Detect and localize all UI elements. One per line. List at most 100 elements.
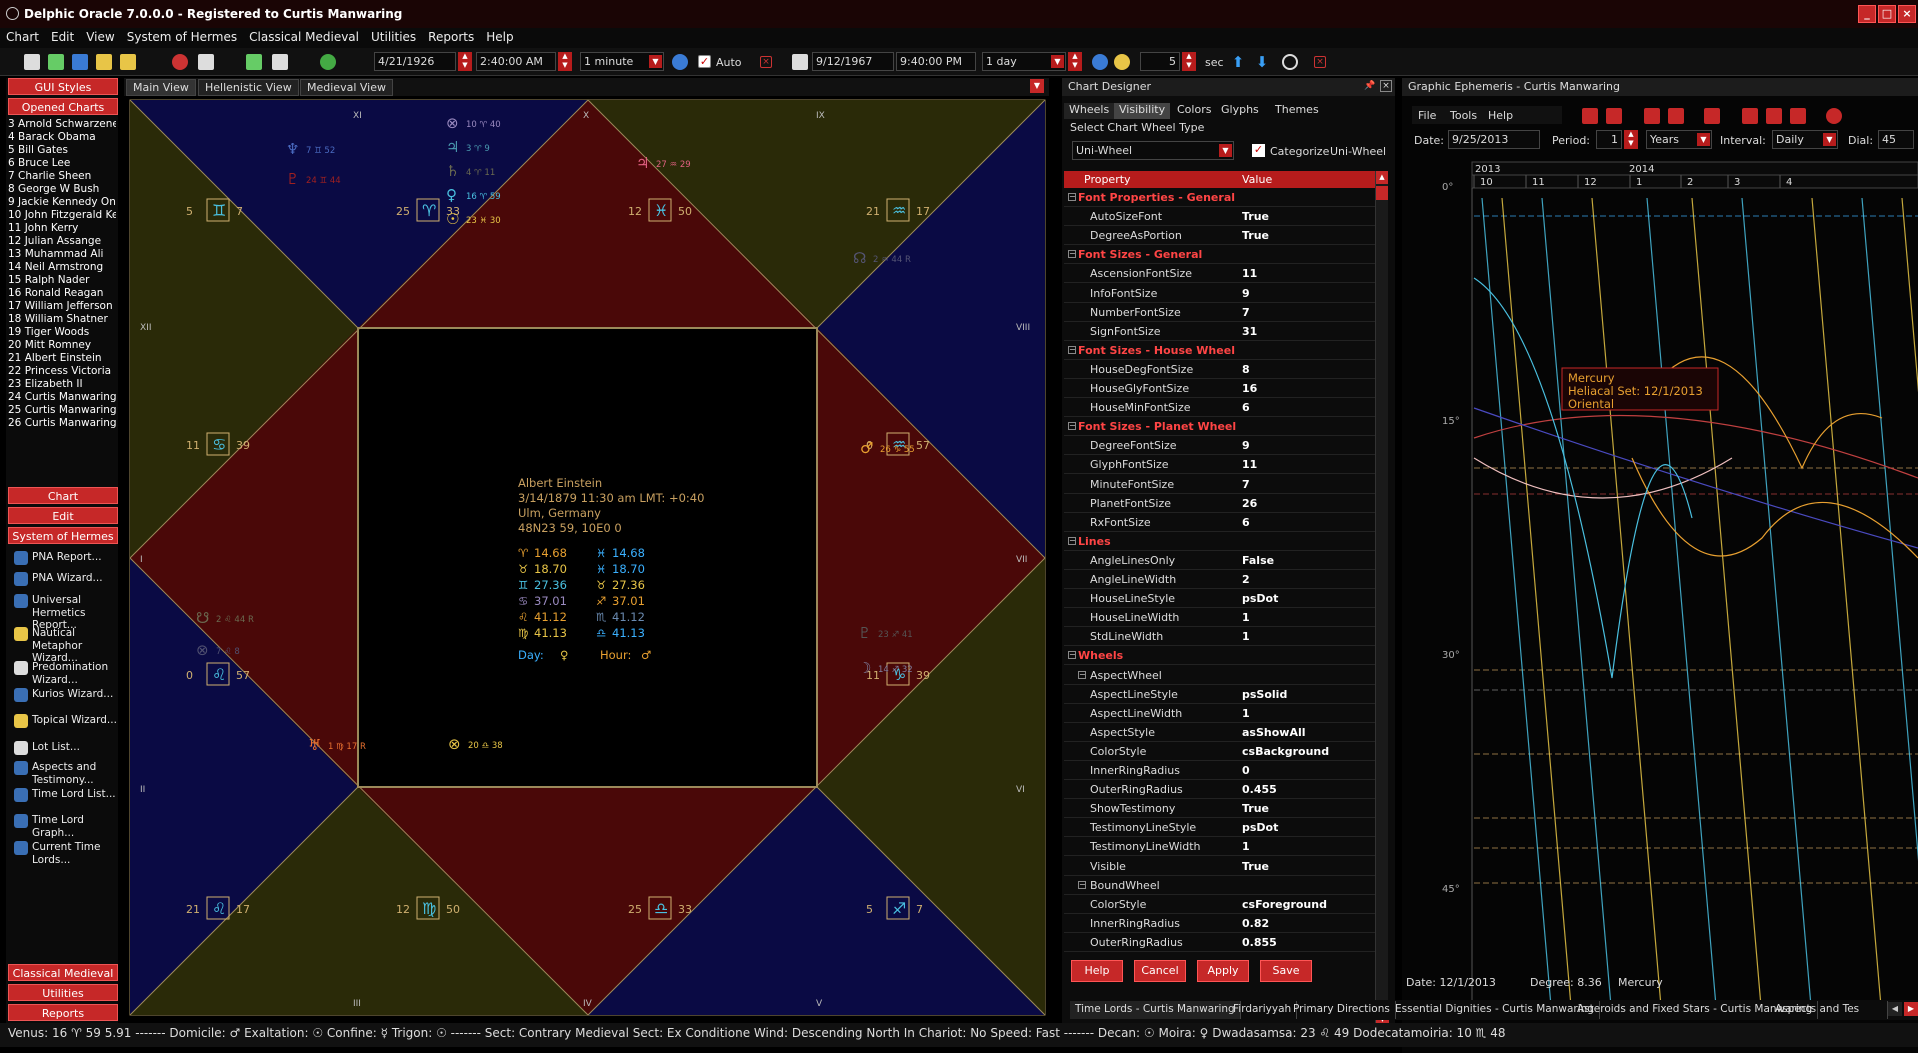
tabs-dropdown-button[interactable]: ▼ (1030, 79, 1044, 93)
property-row[interactable]: AngleLinesOnly False (1064, 551, 1382, 570)
time1-input[interactable]: 2:40:00 AM (476, 52, 556, 71)
planet-glyph[interactable]: ♃ (636, 154, 649, 172)
period-spinner[interactable]: ▲ ▼ (1624, 130, 1638, 149)
opened-chart-item[interactable]: 6 Bruce Lee (8, 157, 116, 170)
property-row[interactable]: AspectStyle asShowAll (1064, 723, 1382, 742)
scroll-thumb[interactable] (1376, 186, 1388, 200)
calendar-icon[interactable] (198, 54, 214, 70)
arrow-up-icon[interactable]: ⬆ (1230, 54, 1246, 70)
property-row[interactable]: AngleLineWidth 2 (1064, 570, 1382, 589)
utilities-button[interactable]: Utilities (8, 984, 118, 1001)
property-value[interactable]: 8 (1242, 363, 1250, 376)
opened-chart-item[interactable]: 3 Arnold Schwarzeneg (8, 118, 116, 131)
property-row[interactable]: ColorStyle csForeground (1064, 895, 1382, 914)
calendar2-icon[interactable] (792, 54, 808, 70)
property-row[interactable]: DegreeFontSize 9 (1064, 436, 1382, 456)
property-row[interactable]: DegreeAsPortion True (1064, 226, 1382, 246)
wheel-icon[interactable] (172, 54, 188, 70)
planet-glyph[interactable]: ♄ (446, 162, 459, 180)
tab-colors[interactable]: Colors (1172, 103, 1216, 119)
property-value[interactable]: True (1242, 210, 1269, 223)
clear-icon[interactable]: × (760, 56, 772, 68)
opened-chart-item[interactable]: 21 Albert Einstein (8, 352, 116, 365)
ephem-date-input[interactable]: 9/25/2013 (1448, 130, 1540, 149)
property-value[interactable]: 16 (1242, 382, 1257, 395)
opened-chart-item[interactable]: 18 William Shatner (8, 313, 116, 326)
property-row[interactable]: InnerRingRadius 0 (1064, 761, 1382, 780)
property-row[interactable]: AutoSizeFont True (1064, 207, 1382, 227)
open-folder-icon[interactable] (96, 54, 112, 70)
tab-hellenistic-view[interactable]: Hellenistic View (198, 79, 299, 96)
tab-primary-directions[interactable]: Primary Directions (1288, 1001, 1396, 1019)
property-row[interactable]: Visible True (1064, 857, 1382, 876)
collapse-icon[interactable]: − (1068, 536, 1076, 545)
collapse-icon[interactable]: − (1078, 670, 1086, 679)
opened-chart-item[interactable]: 16 Ronald Reagan (8, 287, 116, 300)
property-category[interactable]: − Lines (1064, 532, 1382, 551)
property-value[interactable]: 1 (1242, 707, 1250, 720)
property-value[interactable]: 6 (1242, 401, 1250, 414)
tab-time-lords[interactable]: Time Lords - Curtis Manwaring (1070, 1001, 1241, 1019)
opened-chart-item[interactable]: 11 John Kerry (8, 222, 116, 235)
property-row[interactable]: HouseLineWidth 1 (1064, 608, 1382, 628)
interval-select[interactable]: Daily ▼ (1772, 130, 1838, 149)
period-input[interactable]: 1 (1596, 130, 1622, 149)
opened-chart-item[interactable]: 10 John Fitzgerald Ker (8, 209, 116, 222)
opened-chart-item[interactable]: 13 Muhammad Ali (8, 248, 116, 261)
wheel-type-select[interactable]: Uni-Wheel ▼ (1072, 141, 1234, 160)
property-category[interactable]: − Font Sizes - General (1064, 245, 1382, 265)
step1-select[interactable]: 1 minute ▼ (580, 52, 664, 71)
planet-glyph[interactable]: ♀ (446, 186, 457, 204)
opened-chart-item[interactable]: 19 Tiger Woods (8, 326, 116, 339)
opened-chart-item[interactable]: 24 Curtis Manwaring (8, 391, 116, 404)
property-value[interactable]: 2 (1242, 573, 1250, 586)
property-row[interactable]: ColorStyle csBackground (1064, 742, 1382, 761)
period-unit-select[interactable]: Years ▼ (1646, 130, 1712, 149)
maximize-button[interactable]: □ (1878, 5, 1896, 23)
sun-icon[interactable] (1114, 54, 1130, 70)
planet-glyph[interactable]: ☊ (853, 249, 866, 267)
collapse-icon[interactable]: − (1068, 345, 1076, 354)
step2-select[interactable]: 1 day ▼ (982, 52, 1066, 71)
menu-chart[interactable]: Chart (0, 28, 45, 46)
categorize-checkbox[interactable]: ✓ (1252, 144, 1265, 157)
print-icon[interactable] (1582, 108, 1598, 124)
count-spinner[interactable]: ▲ ▼ (1182, 52, 1196, 71)
opened-chart-item[interactable]: 5 Bill Gates (8, 144, 116, 157)
property-value[interactable]: False (1242, 554, 1274, 567)
property-row[interactable]: OuterRingRadius 0.855 (1064, 933, 1382, 952)
step2-spinner[interactable]: ▲ ▼ (1068, 52, 1082, 71)
system-of-hermes-section-button[interactable]: System of Hermes (8, 527, 118, 544)
menu-help[interactable]: Help (480, 28, 519, 46)
save-button[interactable]: Save (1260, 960, 1312, 982)
property-value[interactable]: 0.855 (1242, 936, 1277, 949)
collapse-icon[interactable]: − (1068, 422, 1076, 431)
time2-input[interactable]: 9:40:00 PM (896, 52, 976, 71)
property-value[interactable]: 9 (1242, 287, 1250, 300)
property-value[interactable]: 26 (1242, 497, 1257, 510)
property-row[interactable]: PlanetFontSize 26 (1064, 494, 1382, 513)
globe-icon[interactable] (320, 54, 336, 70)
time1-spinner[interactable]: ▲ ▼ (558, 52, 572, 71)
planet-glyph[interactable]: ♂ (860, 439, 873, 457)
menu-view[interactable]: View (80, 28, 120, 46)
opened-chart-item[interactable]: 22 Princess Victoria (8, 365, 116, 378)
close-icon[interactable]: × (1380, 80, 1392, 92)
classical-medieval-button[interactable]: Classical Medieval (8, 964, 118, 981)
clock-icon[interactable] (672, 54, 688, 70)
tab-glyphs[interactable]: Glyphs (1216, 103, 1264, 119)
planet-glyph[interactable]: ⊗ (446, 114, 459, 132)
wizard-item[interactable]: Universal Hermetics Report... (14, 594, 118, 632)
planet-glyph[interactable]: ☋ (196, 609, 209, 627)
clock2-icon[interactable] (1092, 54, 1108, 70)
property-row[interactable]: AspectLineWidth 1 (1064, 704, 1382, 723)
date2-input[interactable]: 9/12/1967 (812, 52, 894, 71)
collapse-icon[interactable]: − (1068, 651, 1076, 660)
wizard-item[interactable]: Time Lord List... (14, 788, 118, 802)
property-row[interactable]: HouseMinFontSize 6 (1064, 398, 1382, 418)
wizard-item[interactable]: Kurios Wizard... (14, 688, 118, 702)
planet-glyph[interactable]: ⊗ (196, 641, 209, 659)
tabs-scroll-right-icon[interactable]: ▶ (1904, 1002, 1918, 1016)
wizard-item[interactable]: Nautical Metaphor Wizard... (14, 627, 118, 665)
edit-section-button[interactable]: Edit (8, 507, 118, 524)
